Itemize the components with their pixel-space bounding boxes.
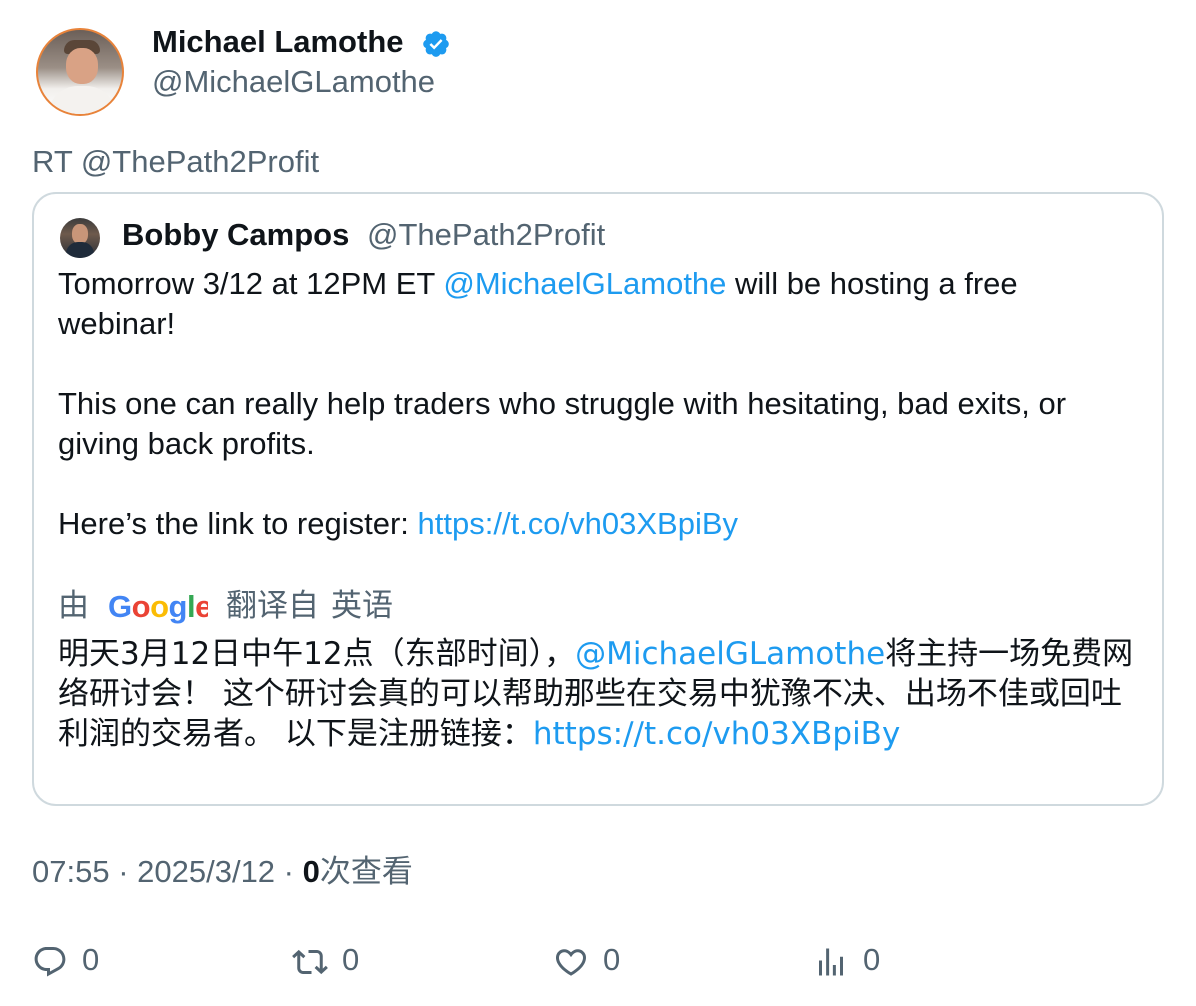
tweet-paragraph: This one can really help traders who str… [58, 386, 1067, 461]
avatar-face [66, 48, 98, 84]
meta-separator: · [275, 854, 303, 889]
views-count: 0 [863, 942, 881, 977]
heart-icon [555, 949, 587, 976]
verified-badge-icon [423, 31, 449, 57]
tweet-time[interactable]: 07:55 [32, 854, 110, 889]
avatar-face [72, 224, 88, 244]
mention-link[interactable]: @MichaelGLamothe [575, 636, 885, 672]
svg-text:Google: Google [108, 589, 208, 624]
tweet-paragraph: Here’s the link to register: https://t.c… [58, 504, 1128, 544]
reply-count: 0 [82, 942, 100, 977]
register-link[interactable]: https://t.co/vh03XBpiBy [418, 506, 739, 541]
author-avatar[interactable] [36, 28, 124, 116]
translated-tweet-text: 明天3月12日中午12点（东部时间），@MichaelGLamothe将主持一场… [58, 634, 1138, 754]
avatar-shirt [48, 86, 116, 114]
avatar-body [66, 242, 94, 258]
retweet-icon [292, 949, 328, 975]
author-handle[interactable]: @MichaelGLamothe [152, 64, 435, 100]
tweet-date[interactable]: 2025/3/12 [137, 854, 275, 889]
quoted-tweet-text: Tomorrow 3/12 at 12PM ET @MichaelGLamoth… [58, 264, 1128, 544]
text-segment: 明天3月12日中午12点（东部时间）， [58, 636, 576, 672]
retweet-label: RT @ThePath2Profit [32, 144, 320, 179]
views-label: 次查看 [319, 854, 413, 889]
views-count: 0 [302, 854, 320, 889]
like-count: 0 [603, 942, 621, 977]
text-segment: Tomorrow 3/12 at 12PM ET [58, 266, 444, 301]
meta-separator: · [109, 854, 138, 889]
source-language-label: 英语 [331, 588, 393, 623]
reply-icon [34, 947, 66, 977]
quoted-author-name[interactable]: Bobby Campos [122, 216, 349, 254]
quoted-author-avatar[interactable] [60, 218, 100, 258]
register-link[interactable]: https://t.co/vh03XBpiBy [533, 716, 900, 752]
retweet-count: 0 [342, 942, 360, 977]
translation-by-label: 由 [58, 588, 89, 623]
google-logo: Google [108, 589, 208, 624]
quoted-tweet-card[interactable]: Bobby Campos @ThePath2Profit Tomorrow 3/… [32, 192, 1164, 806]
translated-from-label: 翻译自 [226, 588, 319, 623]
quoted-author-handle[interactable]: @ThePath2Profit [367, 216, 605, 254]
tweet-paragraph: Tomorrow 3/12 at 12PM ET @MichaelGLamoth… [58, 264, 1128, 344]
tweet-meta: 07:55 · 2025/3/12 · 0次查看 [32, 852, 413, 892]
text-segment: Here’s the link to register: [58, 506, 418, 541]
author-name[interactable]: Michael Lamothe [152, 24, 404, 60]
mention-link[interactable]: @MichaelGLamothe [443, 266, 726, 301]
analytics-icon [819, 948, 843, 976]
